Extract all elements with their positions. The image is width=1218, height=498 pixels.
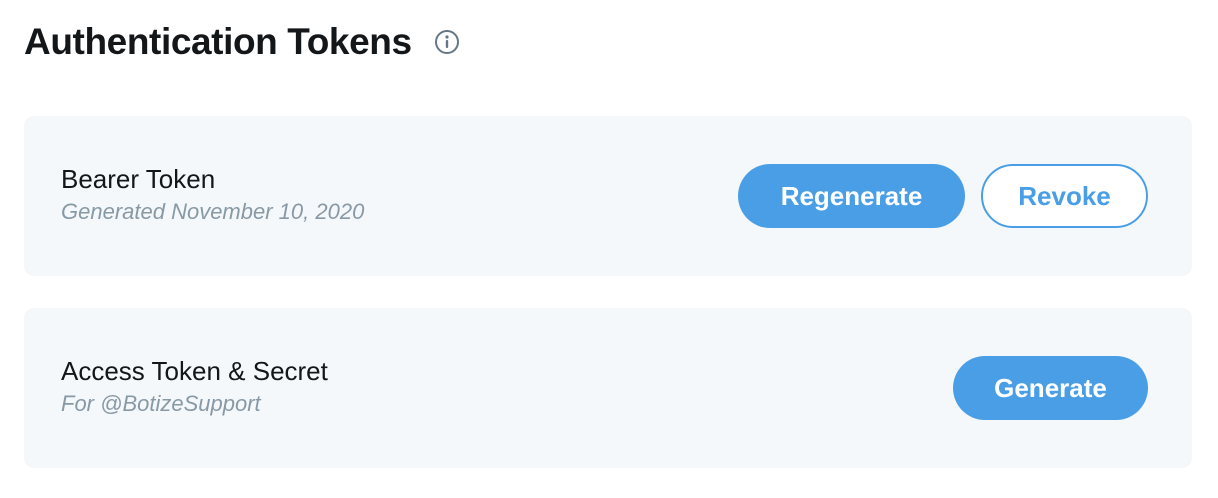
info-icon[interactable]	[434, 29, 460, 55]
page-title: Authentication Tokens	[24, 21, 412, 62]
access-token-account: For @BotizeSupport	[61, 391, 261, 416]
generate-button[interactable]: Generate	[953, 356, 1148, 420]
regenerate-button[interactable]: Regenerate	[738, 164, 965, 228]
revoke-button[interactable]: Revoke	[981, 164, 1148, 228]
bearer-token-title: Bearer Token	[61, 164, 216, 194]
access-token-title: Access Token & Secret	[61, 356, 328, 386]
bearer-token-card: Bearer Token Generated November 10, 2020…	[24, 116, 1192, 276]
page-header: Authentication Tokens	[24, 18, 460, 66]
access-token-info: Access Token & Secret For @BotizeSupport	[61, 354, 328, 420]
bearer-token-info: Bearer Token Generated November 10, 2020	[61, 162, 364, 228]
bearer-token-generated-date: Generated November 10, 2020	[61, 199, 365, 224]
access-token-card: Access Token & Secret For @BotizeSupport…	[24, 308, 1192, 468]
